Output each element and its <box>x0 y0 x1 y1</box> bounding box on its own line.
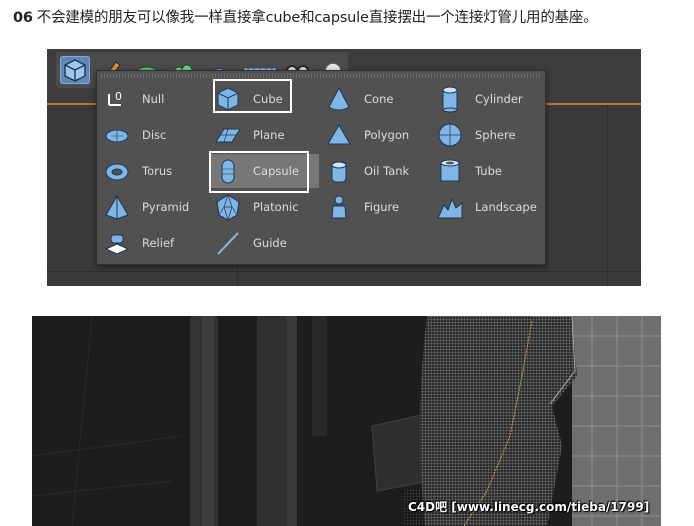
menu-item-label: Cone <box>364 92 394 106</box>
menu-item-label: Torus <box>142 164 173 178</box>
menu-item-label: Tube <box>475 164 502 178</box>
torus-icon <box>103 157 131 185</box>
menu-item-label: Polygon <box>364 128 410 142</box>
menu-item-label: Null <box>142 92 165 106</box>
menu-item-label: Disc <box>142 128 167 142</box>
menu-item-disc[interactable]: Disc <box>100 118 208 152</box>
figure-icon <box>325 193 353 221</box>
menu-item-label: Plane <box>253 128 285 142</box>
polygon-icon <box>325 121 353 149</box>
watermark-text: C4D吧 [www.linecg.com/tieba/1799] <box>408 500 650 514</box>
menu-item-label: Cylinder <box>475 92 523 106</box>
step-text: 不会建模的朋友可以像我一样直接拿cube和capsule直接摆出一个连接灯管儿用… <box>36 10 598 26</box>
menu-item-label: Sphere <box>475 128 516 142</box>
menu-item-label: Relief <box>142 236 175 250</box>
menu-item-label: Platonic <box>253 200 299 214</box>
menu-item-label: Capsule <box>253 164 299 178</box>
relief-icon <box>103 229 131 257</box>
menu-item-torus[interactable]: Torus <box>100 154 208 188</box>
cylinder-icon <box>436 85 464 113</box>
c4d-menu-screenshot: 0 Null Disc Torus Pyramid Relief Cube Plane Caps… <box>47 49 641 286</box>
menu-item-figure[interactable]: Figure <box>322 190 430 224</box>
viewport-render <box>32 316 661 526</box>
plane-icon <box>214 121 242 149</box>
sphere-icon <box>436 121 464 149</box>
oil-tank-icon <box>325 157 353 185</box>
menu-item-pyramid[interactable]: Pyramid <box>100 190 208 224</box>
pyramid-icon <box>103 193 131 221</box>
viewport-screenshot <box>32 316 661 526</box>
menu-item-relief[interactable]: Relief <box>100 226 208 260</box>
menu-item-guide[interactable]: Guide <box>211 226 319 260</box>
platonic-icon <box>214 193 242 222</box>
menu-item-label: Oil Tank <box>364 164 410 178</box>
guide-icon <box>214 229 242 257</box>
menu-item-cone[interactable]: Cone <box>322 82 430 116</box>
menu-item-label: Landscape <box>475 200 537 214</box>
tube-icon <box>436 157 464 185</box>
step-number: 06 <box>13 10 33 26</box>
menu-item-cylinder[interactable]: Cylinder <box>433 82 541 116</box>
menu-item-label: Figure <box>364 200 400 214</box>
menu-item-label: Pyramid <box>142 200 190 214</box>
menu-item-plane[interactable]: Plane <box>211 118 319 152</box>
menu-item-capsule[interactable]: Capsule <box>211 154 319 188</box>
menu-item-cube[interactable]: Cube <box>211 82 319 116</box>
menu-item-label: Cube <box>253 92 283 106</box>
svg-text:0: 0 <box>115 90 122 103</box>
cube-icon <box>214 85 242 113</box>
menu-item-label: Guide <box>253 236 287 250</box>
step-caption: 06 不会建模的朋友可以像我一样直接拿cube和capsule直接摆出一个连接灯管… <box>13 6 598 27</box>
null-icon: 0 <box>103 85 131 113</box>
menu-item-landscape[interactable]: Landscape <box>433 190 541 224</box>
landscape-icon <box>436 193 464 221</box>
viewport-grid-line <box>607 105 608 286</box>
menu-item-polygon[interactable]: Polygon <box>322 118 430 152</box>
menu-tear-off-grip[interactable] <box>101 73 541 78</box>
primitive-object-menu: 0 Null Disc Torus Pyramid Relief Cube Plane Caps… <box>96 70 546 265</box>
disc-icon <box>103 121 131 149</box>
cube-icon[interactable] <box>60 56 90 84</box>
menu-item-platonic[interactable]: Platonic <box>211 190 319 224</box>
menu-item-oil-tank[interactable]: Oil Tank <box>322 154 430 188</box>
capsule-icon <box>214 157 242 185</box>
viewport-grid-line <box>47 271 641 272</box>
menu-item-tube[interactable]: Tube <box>433 154 541 188</box>
cone-icon <box>325 85 353 113</box>
menu-item-null[interactable]: 0 Null <box>100 82 208 116</box>
menu-item-sphere[interactable]: Sphere <box>433 118 541 152</box>
